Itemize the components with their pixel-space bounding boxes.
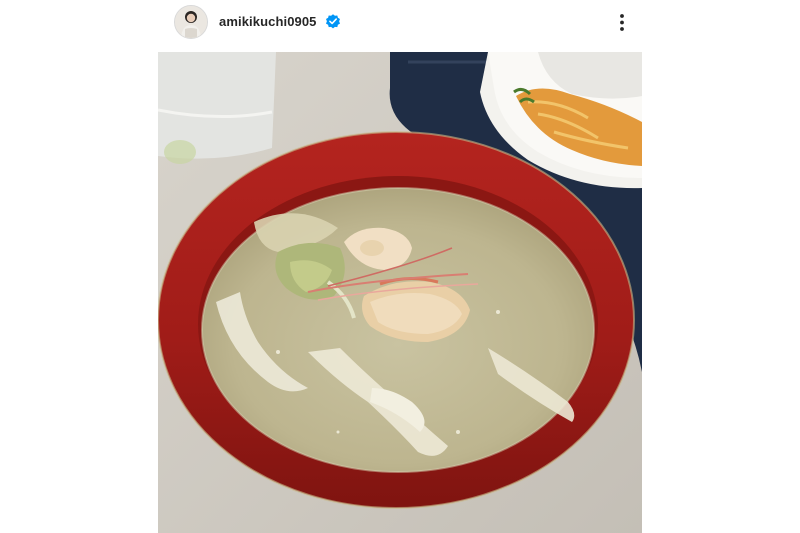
avatar-image xyxy=(175,6,207,38)
post-photo[interactable] xyxy=(158,52,642,533)
more-options-button[interactable] xyxy=(610,8,634,36)
post-header: amikikuchi0905 xyxy=(158,4,642,40)
more-options-icon xyxy=(620,14,624,31)
soup-bowl-photo xyxy=(158,52,642,533)
verified-badge-icon xyxy=(326,14,340,29)
avatar[interactable] xyxy=(174,5,208,39)
instagram-post: amikikuchi0905 xyxy=(0,0,800,533)
username[interactable]: amikikuchi0905 xyxy=(219,14,317,29)
